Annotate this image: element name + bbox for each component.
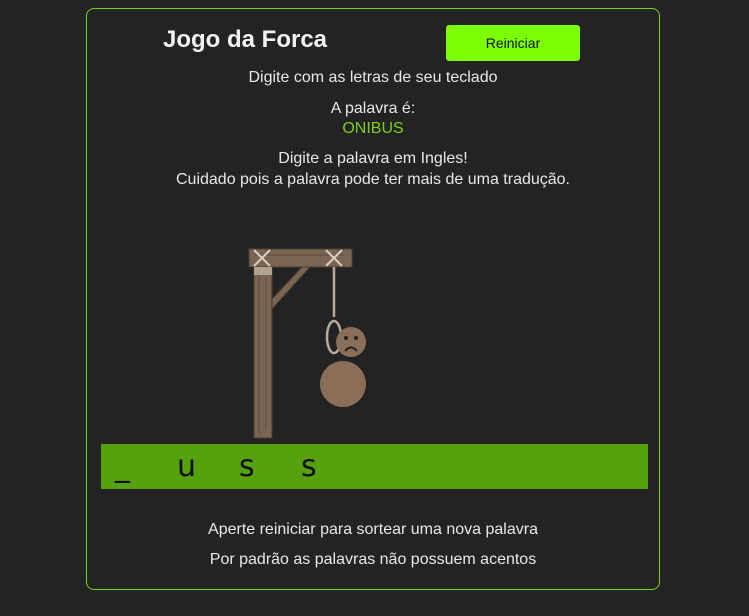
game-card: Jogo da Forca Reiniciar Digite com as le… bbox=[86, 8, 660, 590]
english-hint: Digite a palavra em Ingles! bbox=[278, 150, 468, 167]
letter-slot: s bbox=[301, 448, 317, 484]
restart-button[interactable]: Reiniciar bbox=[446, 25, 580, 61]
keyboard-instruction: Digite com as letras de seu teclado bbox=[248, 69, 498, 86]
letter-slot: s bbox=[239, 448, 255, 484]
target-word: ONIBUS bbox=[342, 120, 404, 137]
accents-hint: Por padrão as palavras não possuem acent… bbox=[209, 551, 537, 568]
restart-hint: Aperte reiniciar para sortear uma nova p… bbox=[208, 521, 538, 538]
translation-warning: Cuidado pois a palavra pode ter mais de … bbox=[175, 171, 570, 188]
letter-slot: u bbox=[177, 448, 197, 484]
page-title: Jogo da Forca bbox=[163, 26, 328, 53]
word-label: A palavra é: bbox=[330, 100, 416, 117]
letter-slot: _ bbox=[115, 448, 130, 484]
gallows-icon bbox=[248, 248, 366, 439]
guess-word-bar: _ u s s bbox=[101, 444, 648, 489]
